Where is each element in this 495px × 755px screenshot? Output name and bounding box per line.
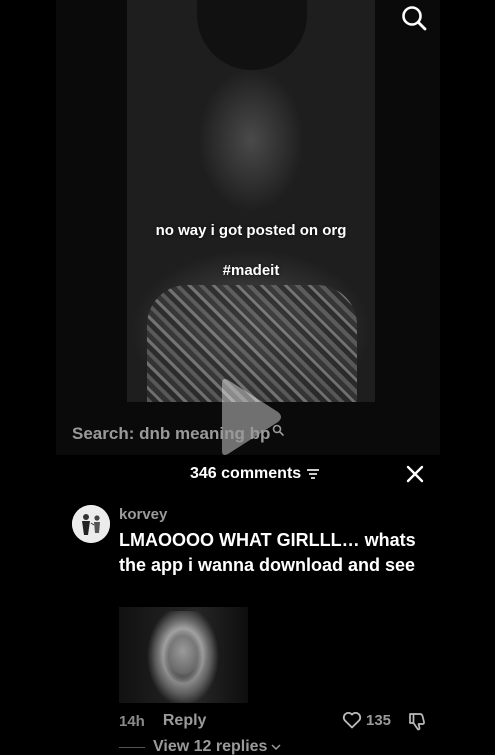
comment-text: LMAOOOO WHAT GIRLLL… whats the app i wan… [119, 530, 416, 575]
play-icon[interactable] [218, 377, 284, 457]
comment-username[interactable]: korvey [119, 506, 167, 523]
sort-icon[interactable] [306, 468, 320, 480]
avatar[interactable] [72, 505, 110, 543]
view-replies-button[interactable]: View 12 replies [119, 738, 281, 755]
divider [119, 746, 145, 748]
search-icon [273, 424, 285, 436]
comments-header[interactable]: 346 comments [190, 465, 320, 483]
screen: no way i got posted on org #madeit Searc… [0, 0, 495, 755]
avatar-image [72, 505, 110, 543]
comment-meta-row: 14h Reply 135 [119, 711, 429, 731]
chevron-down-icon [271, 744, 281, 751]
like-button[interactable]: 135 [342, 711, 391, 729]
video-player[interactable] [127, 0, 375, 402]
video-caption-line-1: no way i got posted on org [155, 222, 347, 239]
search-suggestion[interactable]: Search: dnb meaning bp [72, 424, 285, 444]
video-caption-line-2: #madeit [222, 262, 280, 279]
close-icon[interactable] [405, 464, 425, 484]
view-replies-label: View 12 replies [153, 738, 268, 755]
search-suggestion-text: Search: dnb meaning bp [72, 424, 271, 443]
comments-panel [56, 455, 440, 755]
reply-button[interactable]: Reply [163, 712, 207, 730]
heart-icon [342, 712, 362, 729]
comment-time: 14h [119, 712, 145, 730]
like-count: 135 [366, 711, 392, 729]
search-icon[interactable] [400, 4, 428, 32]
comments-count: 346 comments [190, 465, 302, 482]
comment-attached-image[interactable] [119, 607, 248, 703]
thumbs-down-icon[interactable] [407, 711, 427, 731]
